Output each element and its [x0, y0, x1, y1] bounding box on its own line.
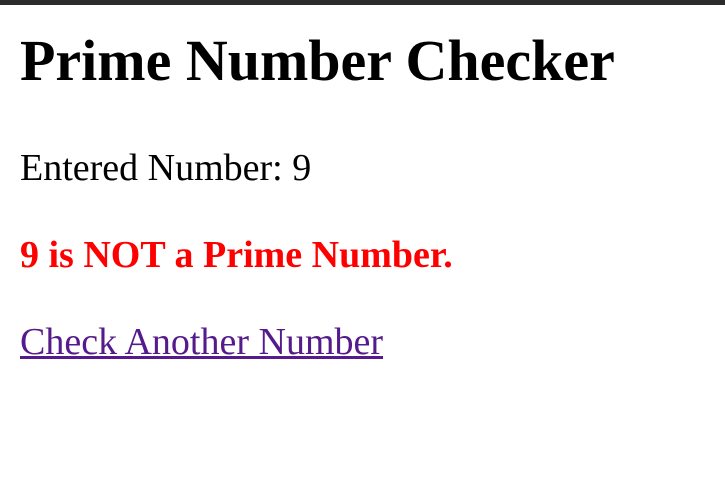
result-message: 9 is NOT a Prime Number.	[20, 234, 453, 276]
browser-top-strip	[0, 0, 725, 5]
page-title: Prime Number Checker	[20, 28, 615, 93]
check-another-number-link[interactable]: Check Another Number	[20, 320, 383, 364]
entered-number-text: Entered Number: 9	[20, 147, 312, 189]
